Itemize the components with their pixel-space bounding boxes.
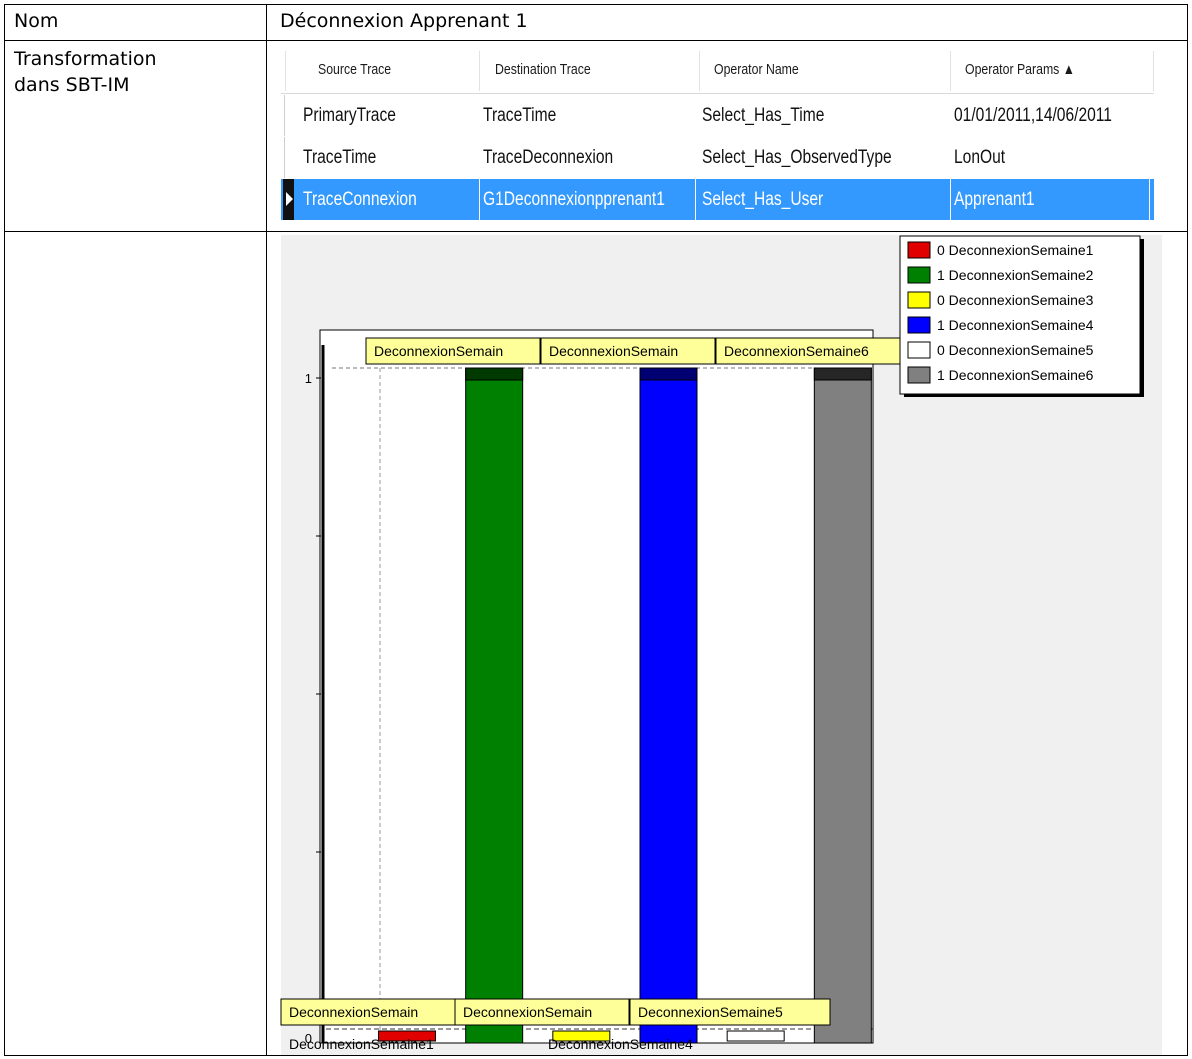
bar-DeconnexionSemaine6 [813, 367, 872, 1044]
bottom-mark-label: DeconnexionSemain [454, 998, 630, 1026]
bottom-mark-label-text: DeconnexionSemaine5 [638, 1004, 783, 1020]
bottom-mark-label: DeconnexionSemaine5 [629, 998, 831, 1026]
plot-area [319, 329, 874, 1044]
legend-swatch [907, 266, 931, 284]
legend-swatch [907, 316, 931, 334]
legend-entry: 0 DeconnexionSemaine1 [937, 242, 1094, 258]
top-mark-label: DeconnexionSemain [540, 337, 716, 365]
bar-cap-DeconnexionSemaine2 [465, 367, 524, 381]
top-mark-label-text: DeconnexionSemain [374, 343, 503, 359]
bottom-mark-label: DeconnexionSemain [280, 998, 456, 1026]
deconnexion-chart: 01DeconnexionSemaine1 DeconnexionSemaine4… [280, 235, 1144, 1052]
legend-swatch [907, 341, 931, 359]
bar-DeconnexionSemaine2 [465, 367, 524, 1044]
bar-cap-DeconnexionSemaine6 [813, 367, 872, 381]
bar-DeconnexionSemaine5 [726, 1030, 785, 1042]
top-mark-label: DeconnexionSemain [365, 337, 541, 365]
legend-entry: 1 DeconnexionSemaine4 [937, 317, 1094, 333]
x-tick-label: DeconnexionSemaine4 [548, 1036, 693, 1052]
legend-entry: 1 DeconnexionSemaine6 [937, 367, 1094, 383]
top-mark-label: DeconnexionSemaine6 [715, 337, 917, 365]
bottom-mark-label-text: DeconnexionSemain [463, 1004, 592, 1020]
chart-legend: 0 DeconnexionSemaine1 1 DeconnexionSemain… [899, 235, 1144, 397]
legend-swatch [907, 366, 931, 384]
x-tick-label: DeconnexionSemaine1 [289, 1036, 434, 1052]
top-mark-label-text: DeconnexionSemain [549, 343, 678, 359]
legend-entry: 0 DeconnexionSemaine3 [937, 292, 1094, 308]
bottom-mark-label-text: DeconnexionSemain [289, 1004, 418, 1020]
bar-DeconnexionSemaine4 [639, 367, 698, 1044]
y-tick-label: 1 [305, 371, 312, 386]
legend-swatch [907, 241, 931, 259]
legend-entry: 1 DeconnexionSemaine2 [937, 267, 1094, 283]
legend-swatch [907, 291, 931, 309]
bar-cap-DeconnexionSemaine4 [639, 367, 698, 381]
top-mark-label-text: DeconnexionSemaine6 [724, 343, 869, 359]
legend-entry: 0 DeconnexionSemaine5 [937, 342, 1094, 358]
